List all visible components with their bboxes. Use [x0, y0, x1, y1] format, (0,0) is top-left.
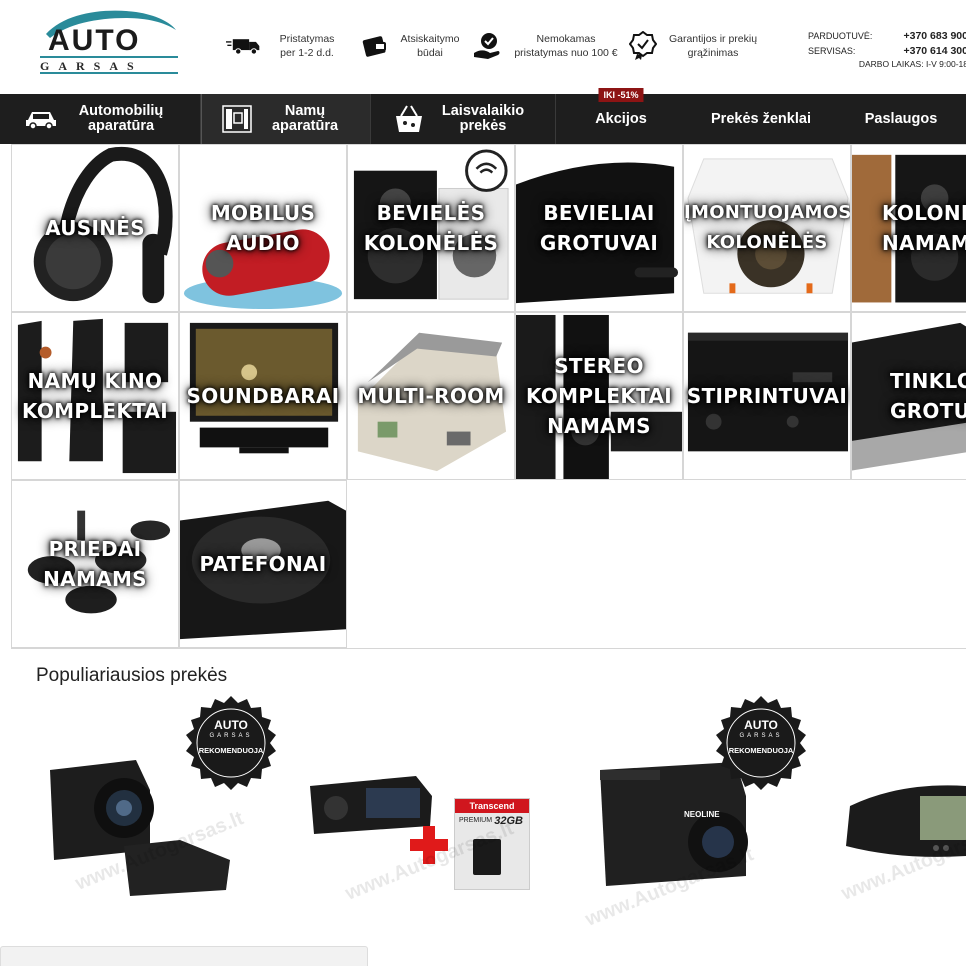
category-label: PATEFONAI [199, 552, 327, 576]
feature-delivery[interactable]: Pristatymas per 1-2 d.d. [226, 26, 340, 66]
seal-logo-text: AUTO [214, 718, 248, 732]
seal-logo-text: AUTO [744, 718, 778, 732]
popular-products-carousel: AUTO GARSAS REKOMENDUOJA www.Autogarsas.… [0, 690, 966, 931]
working-hours: DARBO LAIKAS: I-V 9:00-18 [858, 59, 966, 69]
category-label: KOLONĖLĖNAMAMS [882, 201, 966, 255]
logo-word: AUTO [48, 24, 141, 57]
category-tile-headphones[interactable]: AUSINĖS [11, 144, 179, 312]
feature-payment-text: Atsiskaitymo būdai [400, 33, 460, 59]
category-label: SOUNDBARAI [186, 384, 340, 408]
category-label: STEREO KOMPLEKTAI NAMAMS [525, 354, 673, 438]
shop-phone[interactable]: +370 683 900 [903, 30, 966, 42]
contacts-block: PARDUOTUVĖ: +370 683 900 SERVISAS: +370 61… [808, 28, 966, 70]
category-tile-stereo-sets[interactable]: STEREO KOMPLEKTAI NAMAMS [515, 312, 683, 480]
feature-guarantee-text: Garantijos ir prekių grąžinimas [668, 33, 758, 59]
category-label: ĮMONTUOJAMOS KOLONĖLĖS [684, 202, 851, 253]
category-label: STIPRINTUVAI [686, 384, 848, 408]
nav-label-brands: Prekės ženklai [711, 110, 811, 127]
bottom-panel [0, 946, 368, 966]
site-header: AUTO GARSAS Pristatymas per 1-2 d.d. Ats… [0, 0, 966, 94]
nav-label-home-audio: Namų aparatūra [271, 103, 339, 134]
category-label: BEVIELIAI GROTUVAI [539, 201, 659, 255]
category-tile-home-accessories[interactable]: PRIEDAI NAMAMS [11, 480, 179, 648]
hand-check-icon [470, 31, 504, 61]
logo-subtitle: GARSAS [40, 59, 143, 73]
feature-free-shipping[interactable]: Nemokamas pristatymas nuo 100 € [470, 26, 622, 66]
site-logo[interactable]: AUTO GARSAS [36, 6, 182, 76]
category-label: BEVIELĖS KOLONĖLĖS [363, 201, 499, 255]
nav-item-services[interactable]: Paslaugos [836, 94, 966, 144]
nav-item-sales[interactable]: IKI -51% Akcijos [556, 88, 686, 144]
product-card[interactable]: AUTO GARSAS REKOMENDUOJA www.Autogarsas.… [40, 690, 290, 920]
category-label: AUSINĖS [45, 216, 145, 240]
nav-item-car-audio[interactable]: Automobilių aparatūra [0, 94, 201, 144]
category-tile-soundbars[interactable]: SOUNDBARAI [179, 312, 347, 480]
guarantee-icon [626, 31, 660, 61]
category-tile-built-in-speakers[interactable]: ĮMONTUOJAMOS KOLONĖLĖS [683, 144, 851, 312]
category-tile-home-speakers[interactable]: KOLONĖLĖNAMAMS [851, 144, 966, 312]
sd-brand: Transcend [455, 799, 529, 813]
category-label: MULTI-ROOM [357, 384, 505, 408]
category-tile-turntables[interactable]: PATEFONAI [179, 480, 347, 648]
home-audio-icon [222, 105, 252, 133]
seal-logo-sub: GARSAS [739, 733, 783, 739]
category-tile-mobile-audio[interactable]: MOBILUS AUDIO [179, 144, 347, 312]
seal-logo-sub: GARSAS [209, 733, 253, 739]
category-label: PRIEDAI NAMAMS [43, 537, 147, 591]
main-nav: Automobilių aparatūra Namų aparatūra Lai… [0, 88, 966, 144]
seal-text: REKOMENDUOJA [198, 746, 264, 755]
category-tile-multi-room[interactable]: MULTI-ROOM [347, 312, 515, 480]
service-phone[interactable]: +370 614 300 [903, 45, 966, 57]
sale-badge: IKI -51% [598, 88, 644, 102]
nav-item-leisure[interactable]: Laisvalaikio prekės [371, 94, 556, 144]
recommended-seal: AUTO GARSAS REKOMENDUOJA [182, 696, 280, 794]
nav-item-home-audio[interactable]: Namų aparatūra [201, 94, 371, 144]
product-card[interactable]: NEOLINE AUTO GARSAS REKOMENDUOJA www.Aut… [582, 690, 830, 931]
recommended-seal: AUTO GARSAS REKOMENDUOJA [712, 696, 810, 794]
category-tile-network-players[interactable]: TINKLOGROTUVA [851, 312, 966, 480]
shop-label: PARDUOTUVĖ: [808, 30, 873, 41]
feature-guarantee[interactable]: Garantijos ir prekių grąžinimas [626, 26, 760, 66]
wallet-icon [358, 31, 392, 61]
feature-delivery-text: Pristatymas per 1-2 d.d. [279, 33, 335, 59]
category-tile-home-cinema[interactable]: NAMŲ KINO KOMPLEKTAI [11, 312, 179, 480]
feature-free-shipping-text: Nemokamas pristatymas nuo 100 € [514, 33, 618, 59]
nav-label-leisure: Laisvalaikio prekės [441, 103, 525, 134]
popular-title: Populiariausios prekės [36, 665, 228, 686]
nav-item-brands[interactable]: Prekės ženklai [686, 94, 836, 144]
product-card[interactable]: www.Autogarsas.lt [840, 690, 966, 920]
seal-text: REKOMENDUOJA [728, 746, 794, 755]
nav-label-services: Paslaugos [864, 110, 938, 127]
basket-icon [393, 104, 425, 134]
feature-payment[interactable]: Atsiskaitymo būdai [358, 26, 462, 66]
category-label: TINKLOGROTUVA [890, 369, 966, 423]
nav-label-car-audio: Automobilių aparatūra [78, 103, 164, 134]
product-card[interactable]: Transcend PREMIUM 32GB www.Autogarsas.lt [300, 690, 550, 920]
device-brand: NEOLINE [684, 810, 720, 819]
truck-icon [226, 31, 260, 61]
service-label: SERVISAS: [808, 45, 856, 56]
category-label: MOBILUS AUDIO [210, 201, 316, 255]
car-icon [24, 108, 58, 130]
category-tile-wireless-speakers[interactable]: BEVIELĖS KOLONĖLĖS [347, 144, 515, 312]
category-tile-wireless-players[interactable]: BEVIELIAI GROTUVAI [515, 144, 683, 312]
category-label: NAMŲ KINO KOMPLEKTAI [21, 369, 169, 423]
nav-label-sales: Akcijos [595, 110, 647, 127]
grid-bottom-border [11, 648, 966, 649]
category-tile-amplifiers[interactable]: STIPRINTUVAI [683, 312, 851, 480]
